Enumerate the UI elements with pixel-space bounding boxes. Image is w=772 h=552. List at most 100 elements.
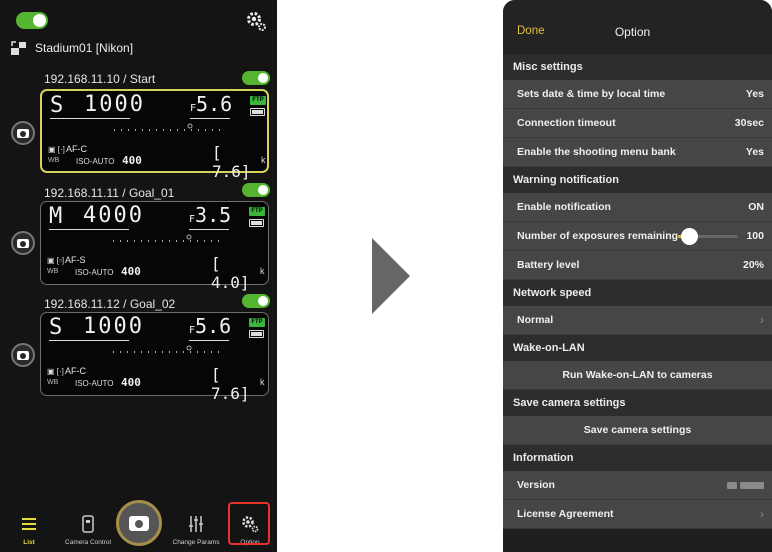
network-speed-value: Normal [517,314,554,326]
menu-bank-row[interactable]: Enable the shooting menu bank Yes [503,138,772,167]
iso-label: ISO-AUTO [75,268,114,277]
exposures-slider-group: 100 [678,227,764,245]
option-screen: Done Option Misc settings Sets date & ti… [503,0,772,552]
enable-notification-row[interactable]: Enable notification ON [503,193,772,222]
release-all-shutter-button[interactable] [116,500,162,546]
divider [49,340,129,341]
enable-notification-label: Enable notification [517,201,611,213]
phone-camera-icon [82,515,94,533]
settings-gear-icon[interactable] [245,10,267,32]
all-cameras-toggle[interactable] [16,12,48,29]
af-mode: AF-S [65,255,86,265]
aperture-number: 5.6 [196,92,233,116]
aperture-value: F5.6 [190,92,232,116]
af-area-icon: ▣ [·] [47,367,64,376]
shutter-speed: 4000 [83,203,144,228]
camera-lcd-panel[interactable]: S 1000 F5.6 FTP ▣ [·] AF-C WB ISO-AUTO 4… [40,89,269,181]
menu-bank-value: Yes [745,146,764,158]
section-header-warning: Warning notification [503,167,772,193]
ftp-badge: FTP [249,318,265,327]
iso-value: 400 [121,376,141,389]
camera-shutter-button[interactable] [11,121,35,145]
exposure-scale-icon [113,345,225,353]
af-mode: AF-C [65,366,86,376]
shots-remaining: [ 7.6] [212,143,251,181]
af-mode: AF-C [66,144,87,154]
slider-knob[interactable] [681,227,699,245]
exposure-scale-icon [113,234,225,242]
camera-enable-toggle[interactable] [242,183,270,197]
camera-enable-toggle[interactable] [242,294,270,308]
option-tab-highlight [228,502,270,545]
camera-shutter-button[interactable] [11,231,35,255]
af-area-icon: ▣ [·] [48,145,65,154]
shutter-speed: 1000 [84,92,145,117]
iso-value: 400 [122,154,142,167]
date-time-label: Sets date & time by local time [517,88,666,100]
page-title: Option [614,25,651,39]
exposure-mode: M [49,204,63,229]
license-agreement-row[interactable]: License Agreement › [503,500,772,529]
battery-level-label: Battery level [517,259,580,271]
chevron-right-icon: › [760,313,764,327]
exposures-remaining-row: Number of exposures remaining 100 [503,222,772,251]
exposures-slider[interactable] [678,227,739,245]
enable-notification-value: ON [748,201,764,213]
version-value-redacted [727,481,764,489]
af-area-icon: ▣ [▫] [47,256,65,265]
menu-bank-label: Enable the shooting menu bank [517,146,676,158]
divider [190,118,230,119]
date-time-setting-row[interactable]: Sets date & time by local time Yes [503,80,772,109]
section-header-info: Information [503,445,772,471]
tab-change-params-label: Change Params [172,539,220,546]
version-row: Version [503,471,772,500]
version-label: Version [517,479,555,491]
chevron-right-icon: › [760,507,764,521]
aperture-value: F5.6 [189,314,231,338]
camera-group-row[interactable]: Stadium01 [Nikon] [10,38,133,58]
camera-list-screen: Stadium01 [Nikon] 192.168.11.10 / Start … [0,0,277,552]
camera-shutter-button[interactable] [11,343,35,367]
section-header-misc: Misc settings [503,54,772,80]
exposure-mode: S [50,93,64,118]
tab-change-params[interactable]: Change Params [166,494,226,546]
white-balance-label: WB [47,268,59,275]
iso-label: ISO-AUTO [76,157,115,166]
tab-camera-control[interactable]: Camera Control [58,494,118,546]
iso-label: ISO-AUTO [75,379,114,388]
camera-lcd-panel[interactable]: S 1000 F5.6 FTP ▣ [·] AF-C WB ISO-AUTO 4… [40,312,269,403]
battery-level-row[interactable]: Battery level 20% [503,251,772,280]
tab-list-label: List [23,539,35,546]
camera-enable-toggle[interactable] [242,71,270,85]
tab-camera-control-label: Camera Control [65,539,111,546]
divider [50,118,130,119]
ftp-badge: FTP [250,96,266,105]
camera-title: 192.168.11.12 / Goal_02 [44,297,176,311]
tab-list[interactable]: List [14,494,44,546]
aperture-value: F3.5 [189,203,231,227]
settings-list: Misc settings Sets date & time by local … [503,54,772,529]
save-camera-settings-button[interactable]: Save camera settings [503,416,772,445]
camera-title: 192.168.11.10 / Start [44,72,156,86]
ftp-badge: FTP [249,207,265,216]
exposure-mode: S [49,315,63,340]
shots-unit: k [261,155,266,165]
divider [189,340,229,341]
shutter-speed: 1000 [83,314,144,339]
sliders-icon [189,516,203,532]
exposure-scale-icon [114,123,226,131]
network-speed-row[interactable]: Normal › [503,306,772,335]
iso-value: 400 [121,265,141,278]
camera-lcd-panel[interactable]: M 4000 F3.5 FTP ▣ [▫] AF-S WB ISO-AUTO 4… [40,201,269,292]
camera-icon [129,515,149,531]
transition-arrow-icon [372,238,410,314]
connection-timeout-row[interactable]: Connection timeout 30sec [503,109,772,138]
run-wol-button[interactable]: Run Wake-on-LAN to cameras [503,361,772,390]
license-agreement-label: License Agreement [517,508,614,520]
section-header-wol: Wake-on-LAN [503,335,772,361]
exposures-remaining-label: Number of exposures remaining [517,230,679,242]
shots-unit: k [260,266,265,276]
battery-icon [250,108,265,116]
battery-icon [249,330,264,338]
camera-group-name: Stadium01 [Nikon] [35,41,134,55]
